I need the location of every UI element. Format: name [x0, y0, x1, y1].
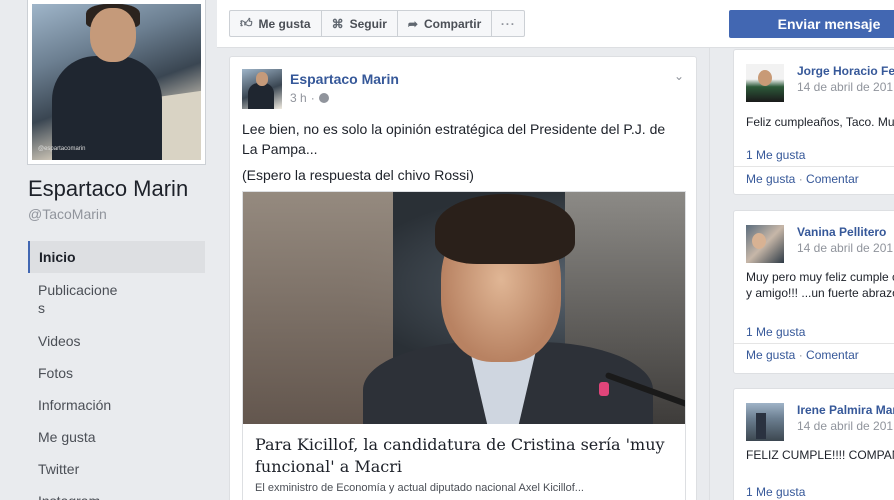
link-preview-title[interactable]: Para Kicillof, la candidatura de Cristin…: [255, 434, 675, 478]
wall-post-text: Muy pero muy feliz cumple c y amigo!!! .…: [746, 269, 894, 301]
wall-post-text-line: y amigo!!! ...un fuerte abrazo: [746, 286, 894, 300]
link-preview-description: El exministro de Economía y actual diput…: [255, 482, 584, 494]
wall-post-avatar[interactable]: [746, 403, 784, 441]
profile-photo: @espartacomarin: [32, 4, 201, 160]
wall-post-text-line: Feliz cumpleaños, Taco. Mu: [746, 115, 894, 129]
share-label: Compartir: [423, 16, 482, 31]
wall-post-text: FELIZ CUMPLE!!!! COMPAÑ: [746, 447, 894, 463]
comment-link[interactable]: Comentar: [806, 172, 859, 186]
like-page-button[interactable]: 👍︎ Me gusta: [230, 11, 322, 36]
wall-post-text: Feliz cumpleaños, Taco. Mu: [746, 114, 894, 130]
post-author-avatar[interactable]: [242, 69, 282, 109]
wall-post-avatar[interactable]: [746, 225, 784, 263]
wall-post-likes-count[interactable]: 1 Me gusta: [746, 325, 805, 339]
nav-item-twitter[interactable]: Twitter: [28, 453, 205, 485]
wall-post-date[interactable]: 14 de abril de 201: [797, 241, 893, 255]
profile-picture[interactable]: @espartacomarin: [27, 0, 206, 165]
more-options-button[interactable]: ···: [492, 11, 524, 36]
column-divider: [709, 48, 710, 500]
like-link[interactable]: Me gusta: [746, 172, 795, 186]
post-card: Espartaco Marin 3 h · ⌄ Lee bien, no es …: [229, 56, 697, 500]
post-meta: 3 h ·: [290, 91, 329, 105]
share-button[interactable]: ➦ Compartir: [398, 11, 493, 36]
page-title[interactable]: Espartaco Marin: [28, 176, 188, 202]
thumbs-up-icon: 👍︎: [240, 16, 253, 30]
nav-item-informacion[interactable]: Información: [28, 389, 205, 421]
wall-post: Jorge Horacio Fe 14 de abril de 201 Feli…: [733, 49, 894, 195]
wall-post-actions: Me gusta · Comentar: [746, 172, 859, 186]
link-preview[interactable]: Para Kicillof, la candidatura de Cristin…: [242, 191, 686, 500]
page-actions-bar: 👍︎ Me gusta ⌘ Seguir ➦ Compartir ··· Env…: [217, 0, 894, 48]
photo-watermark: @espartacomarin: [38, 146, 86, 152]
wall-post-avatar[interactable]: [746, 64, 784, 102]
page-handle[interactable]: @TacoMarin: [28, 206, 107, 222]
wall-post-likes-count[interactable]: 1 Me gusta: [746, 148, 805, 162]
wall-post-date[interactable]: 14 de abril de 201: [797, 419, 893, 433]
post-body: Lee bien, no es solo la opinión estratég…: [242, 119, 682, 191]
post-timestamp[interactable]: 3 h: [290, 91, 307, 105]
nav-item-publicaciones[interactable]: Publicacione s: [28, 273, 205, 325]
send-message-button[interactable]: Enviar mensaje: [729, 10, 894, 38]
post-text-paragraph: Lee bien, no es solo la opinión estratég…: [242, 121, 666, 157]
nav-item-me-gusta[interactable]: Me gusta: [28, 421, 205, 453]
page-nav: Inicio Publicacione s Videos Fotos Infor…: [28, 241, 205, 500]
post-text-paragraph: (Espero la respuesta del chivo Rossi): [242, 167, 474, 183]
wall-post-actions: Me gusta · Comentar: [746, 348, 859, 362]
meta-separator: ·: [310, 91, 315, 105]
wall-post-text-line: Muy pero muy feliz cumple c: [746, 270, 894, 284]
wall-post-author[interactable]: Irene Palmira Mar: [797, 403, 894, 417]
nav-item-instagram[interactable]: Instagram: [28, 485, 205, 500]
page-action-buttons: 👍︎ Me gusta ⌘ Seguir ➦ Compartir ···: [229, 10, 526, 37]
link-preview-image[interactable]: [243, 192, 685, 424]
follow-label: Seguir: [349, 16, 387, 31]
wall-post-date[interactable]: 14 de abril de 201: [797, 80, 893, 94]
wall-post-text-line: FELIZ CUMPLE!!!! COMPAÑ: [746, 448, 894, 462]
wall-post-author[interactable]: Vanina Pellitero: [797, 225, 886, 239]
nav-item-label: Publicacione s: [38, 282, 118, 316]
comment-link[interactable]: Comentar: [806, 348, 859, 362]
nav-item-inicio[interactable]: Inicio: [28, 241, 205, 273]
chevron-down-icon[interactable]: ⌄: [674, 69, 684, 83]
wall-post-likes-count[interactable]: 1 Me gusta: [746, 485, 805, 499]
left-column: @espartacomarin Espartaco Marin @TacoMar…: [0, 0, 217, 500]
wall-post: Vanina Pellitero 14 de abril de 201 Muy …: [733, 210, 894, 374]
follow-button[interactable]: ⌘ Seguir: [322, 11, 398, 36]
post-author-name[interactable]: Espartaco Marin: [290, 71, 399, 87]
nav-item-fotos[interactable]: Fotos: [28, 357, 205, 389]
globe-icon: [318, 93, 329, 103]
rss-icon: ⌘: [331, 16, 344, 31]
wall-post-author[interactable]: Jorge Horacio Fe: [797, 64, 894, 78]
wall-post: Irene Palmira Mar 14 de abril de 201 FEL…: [733, 388, 894, 500]
like-link[interactable]: Me gusta: [746, 348, 795, 362]
nav-item-videos[interactable]: Videos: [28, 325, 205, 357]
share-arrow-icon: ➦: [407, 16, 418, 31]
like-page-label: Me gusta: [258, 16, 311, 31]
